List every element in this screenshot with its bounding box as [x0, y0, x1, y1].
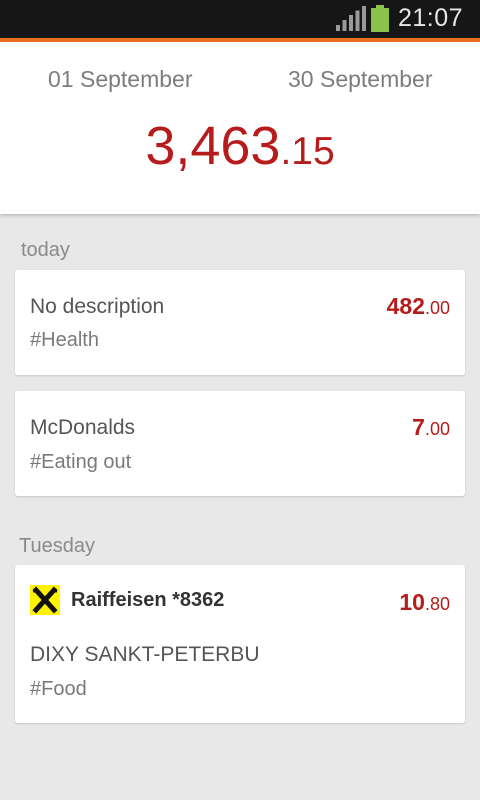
total-amount-cents: .15: [280, 130, 335, 173]
transaction-card[interactable]: Raiffeisen *8362 10.80 DIXY SANKT-PETERB…: [15, 565, 465, 723]
transaction-tag: #Eating out: [30, 451, 132, 473]
transaction-amount-cents: .00: [424, 419, 450, 439]
transaction-amount: 7.00: [412, 414, 450, 441]
transaction-card[interactable]: No description #Health 482.00: [15, 270, 465, 375]
transaction-amount-whole: 7: [412, 414, 425, 440]
battery-icon: [371, 5, 389, 32]
transaction-title: DIXY SANKT-PETERBU: [30, 643, 260, 666]
bank-account-name: Raiffeisen *8362: [71, 589, 225, 611]
period-start-date[interactable]: 01 September: [48, 66, 192, 93]
transaction-amount: 482.00: [387, 293, 450, 320]
total-amount-whole: 3,463: [145, 116, 281, 176]
status-clock: 21:07: [398, 4, 464, 32]
transaction-card[interactable]: McDonalds #Eating out 7.00: [15, 391, 465, 496]
raiffeisen-logo-icon: [30, 585, 60, 615]
transaction-amount: 10.80: [399, 589, 450, 616]
transaction-tag: #Food: [30, 678, 87, 700]
transaction-title: No description: [30, 295, 165, 318]
section-label-today: today: [21, 239, 70, 261]
total-amount: 3,463.15: [0, 116, 480, 182]
period-summary: 01 September 30 September 3,463.15: [0, 42, 480, 214]
transaction-amount-cents: .00: [424, 298, 450, 318]
transaction-amount-cents: .80: [424, 594, 450, 614]
signal-strength-icon: [336, 6, 366, 31]
transaction-amount-whole: 482: [386, 293, 425, 319]
section-label-tuesday: Tuesday: [19, 535, 95, 557]
transaction-title: McDonalds: [30, 416, 136, 439]
transaction-amount-whole: 10: [399, 589, 425, 615]
period-end-date[interactable]: 30 September: [288, 66, 432, 93]
transaction-tag: #Health: [30, 329, 99, 351]
status-bar: 21:07: [0, 0, 480, 38]
